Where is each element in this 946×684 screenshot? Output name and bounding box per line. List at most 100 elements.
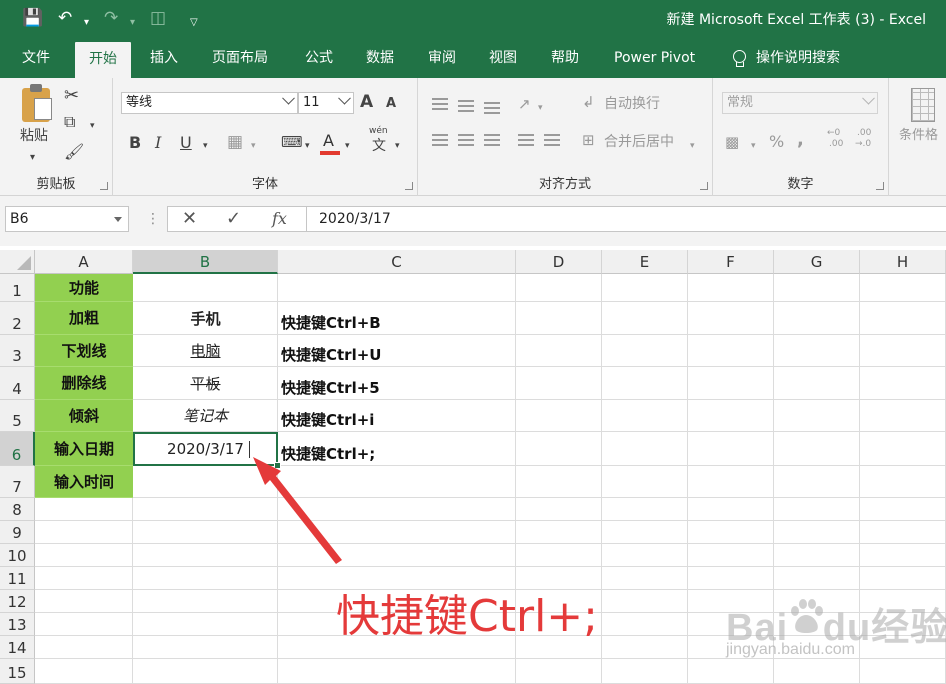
row-header-8[interactable]: 8 [0,498,35,521]
number-launcher-icon[interactable] [876,182,884,190]
cell-a7[interactable]: 输入时间 [35,466,133,498]
copy-dropdown-icon[interactable]: ▾ [90,116,95,136]
row-header-9[interactable]: 9 [0,521,35,544]
align-center-icon[interactable] [458,134,474,146]
cell-b4[interactable]: 平板 [133,367,278,400]
align-left-icon[interactable] [432,134,448,146]
align-right-icon[interactable] [484,134,500,146]
confirm-entry-button[interactable]: ✓ [226,208,241,230]
chevron-down-icon[interactable]: ▽ [190,12,198,34]
tab-power-pivot[interactable]: Power Pivot [614,38,695,78]
wrap-text-button[interactable]: 自动换行 [604,94,660,114]
phonetic-guide-top[interactable]: wén [369,126,388,136]
tab-formulas[interactable]: 公式 [305,38,333,78]
cell-c5[interactable]: 快捷键Ctrl+i [278,400,518,432]
undo-icon[interactable]: ↶ [58,7,72,29]
italic-button[interactable]: I [155,133,161,153]
cancel-entry-button[interactable]: ✕ [182,208,197,230]
row-header-12[interactable]: 12 [0,590,35,613]
format-painter-icon[interactable]: 🖌 [64,142,84,162]
save-icon[interactable]: 💾 [22,7,43,29]
fill-color-icon[interactable]: ⌨ [281,132,303,152]
font-color-button[interactable]: A [323,131,334,151]
formula-bar-grip-icon[interactable]: ⋮ [146,208,160,230]
row-header-3[interactable]: 3 [0,335,35,367]
cell-a3[interactable]: 下划线 [35,335,133,367]
tab-home[interactable]: 开始 [75,42,131,78]
cell-c7[interactable] [278,466,518,498]
merge-center-button[interactable]: 合并后居中 [604,132,674,152]
underline-button[interactable]: U [180,133,192,153]
paste-dropdown-icon[interactable]: ▾ [30,148,35,168]
copy-icon[interactable]: ⧉ [64,112,75,132]
column-header-b[interactable]: B [133,250,278,274]
align-middle-icon[interactable] [458,100,474,112]
formula-input[interactable]: 2020/3/17 [306,206,946,232]
cell-b2[interactable]: 手机 [133,302,278,335]
clipboard-launcher-icon[interactable] [100,182,108,190]
conditional-format-icon[interactable] [911,88,935,122]
align-bottom-icon[interactable] [484,102,500,114]
font-launcher-icon[interactable] [405,182,413,190]
cell-b1[interactable] [133,274,278,302]
row-header-13[interactable]: 13 [0,613,35,636]
fill-handle[interactable] [274,462,281,469]
row-header-5[interactable]: 5 [0,400,35,432]
row-header-7[interactable]: 7 [0,466,35,498]
cell-c3[interactable]: 快捷键Ctrl+U [278,335,518,367]
column-header-h[interactable]: H [860,250,946,274]
decrease-indent-icon[interactable] [518,134,534,146]
cell-b5[interactable]: 笔记本 [133,400,278,432]
orientation-icon[interactable]: ↗ [518,94,531,114]
cell-c1[interactable] [278,274,518,302]
tab-insert[interactable]: 插入 [150,38,178,78]
undo-dropdown-icon[interactable]: ▾ [84,12,89,34]
select-all-button[interactable] [0,250,35,274]
tab-page-layout[interactable]: 页面布局 [212,38,268,78]
column-header-e[interactable]: E [602,250,688,274]
row-header-1[interactable]: 1 [0,274,35,302]
cell-b3[interactable]: 电脑 [133,335,278,367]
wrap-text-icon[interactable]: ↲ [582,92,595,112]
orientation-dropdown-icon[interactable]: ▾ [538,98,543,118]
increase-indent-icon[interactable] [544,134,560,146]
insert-function-button[interactable]: fx [272,208,287,230]
column-header-d[interactable]: D [516,250,602,274]
tab-help[interactable]: 帮助 [551,38,579,78]
tell-me-search[interactable]: 操作说明搜索 [732,38,840,78]
name-box-dropdown-icon[interactable] [114,217,122,222]
column-header-a[interactable]: A [35,250,133,274]
column-header-g[interactable]: G [774,250,860,274]
paste-button[interactable]: 粘贴 [20,126,48,146]
tab-review[interactable]: 审阅 [428,38,456,78]
row-header-4[interactable]: 4 [0,367,35,400]
font-name-select[interactable]: 等线 [121,91,298,114]
row-header-15[interactable]: 15 [0,659,35,684]
cell-a5[interactable]: 倾斜 [35,400,133,432]
active-cell-b6[interactable] [133,432,281,469]
cell-a4[interactable]: 删除线 [35,367,133,400]
cut-icon[interactable]: ✂ [64,86,79,106]
borders-icon[interactable]: ▦ [227,132,243,152]
borders-dropdown-icon[interactable]: ▾ [251,136,256,156]
cell-c2[interactable]: 快捷键Ctrl+B [278,302,518,335]
column-header-f[interactable]: F [688,250,774,274]
cell-c4[interactable]: 快捷键Ctrl+5 [278,367,518,400]
row-header-11[interactable]: 11 [0,567,35,590]
font-size-select[interactable]: 11 [298,91,354,114]
fill-color-dropdown-icon[interactable]: ▾ [305,136,310,156]
alignment-launcher-icon[interactable] [700,182,708,190]
row-header-10[interactable]: 10 [0,544,35,567]
row-header-2[interactable]: 2 [0,302,35,335]
row-header-14[interactable]: 14 [0,636,35,659]
cell-a1[interactable]: 功能 [35,274,133,302]
cell-a6[interactable]: 输入日期 [35,432,133,466]
column-header-c[interactable]: C [278,250,516,274]
phonetic-guide-button[interactable]: 文 [372,136,386,156]
cell-b7[interactable] [133,466,278,498]
font-color-dropdown-icon[interactable]: ▾ [345,136,350,156]
phonetic-dropdown-icon[interactable]: ▾ [395,136,400,156]
underline-dropdown-icon[interactable]: ▾ [203,136,208,156]
name-box[interactable]: B6 [5,206,129,232]
merge-dropdown-icon[interactable]: ▾ [690,136,695,156]
